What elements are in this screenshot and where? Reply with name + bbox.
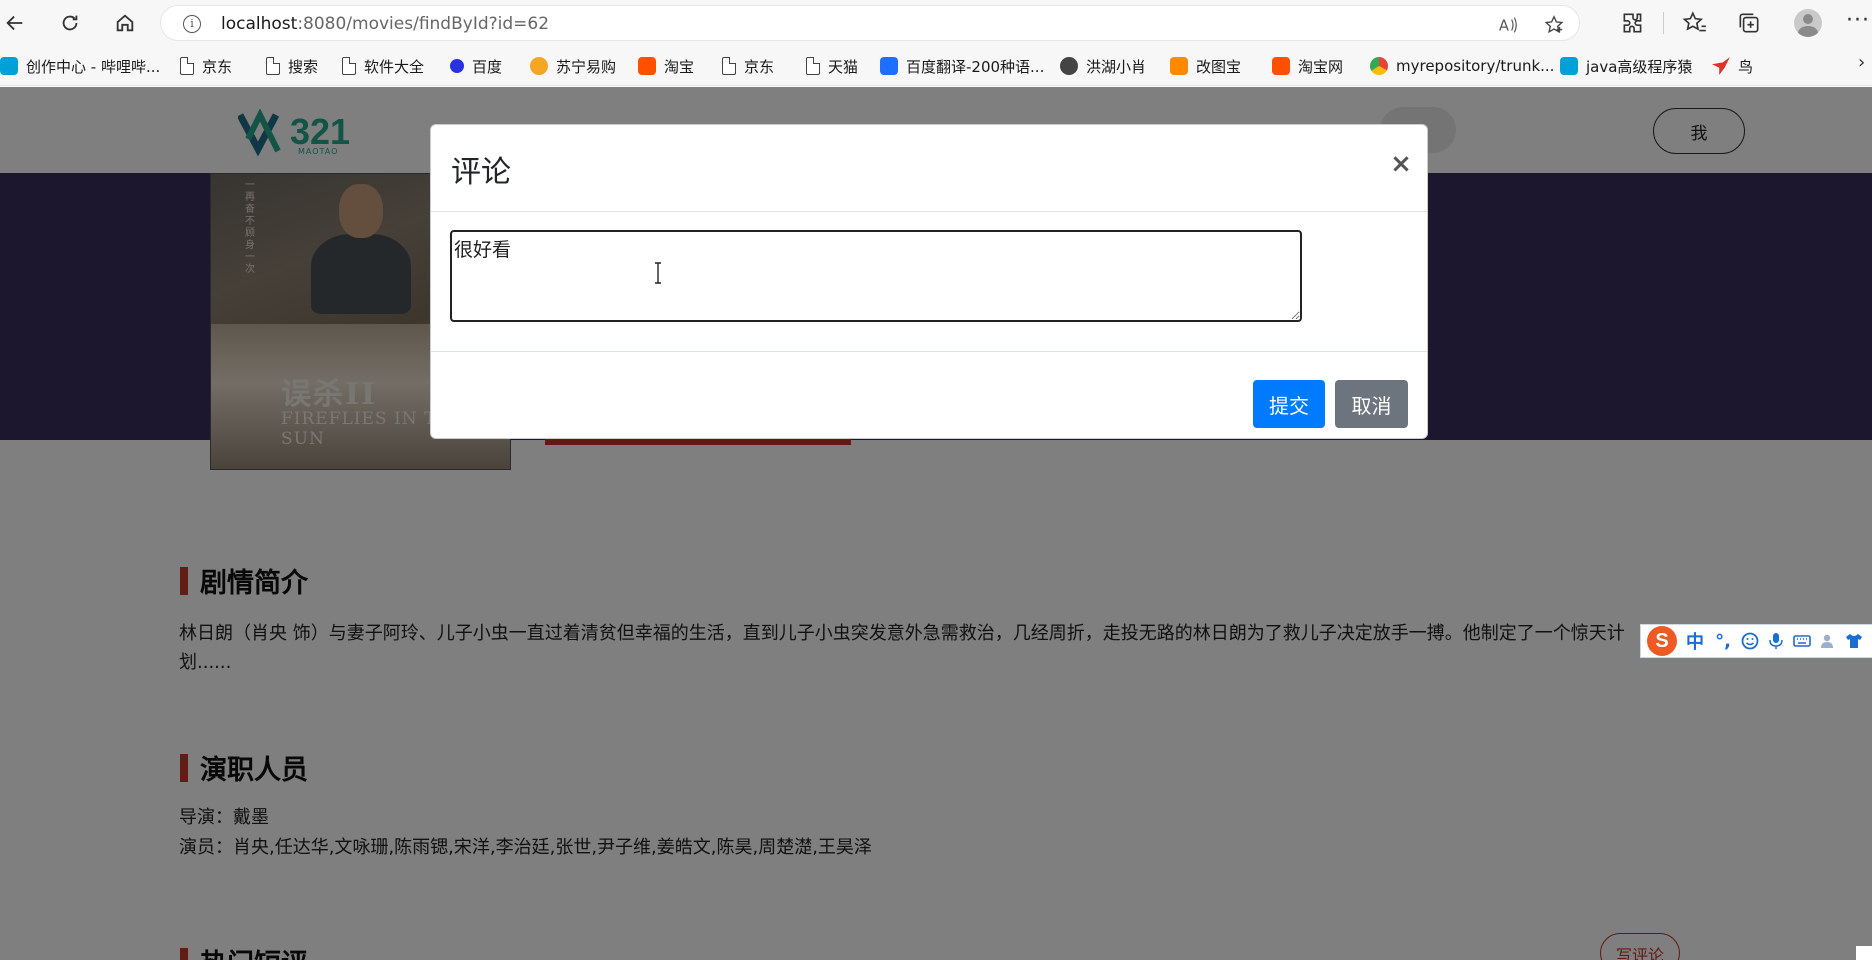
page-icon	[266, 57, 280, 75]
modal-footer: 提交 取消	[431, 353, 1427, 439]
gaitubao-icon	[1170, 57, 1188, 75]
bookmark-item[interactable]: 百度翻译-200种语...	[880, 55, 1044, 77]
bookmark-item[interactable]: 改图宝	[1170, 55, 1241, 77]
keyboard-icon[interactable]	[1793, 632, 1811, 650]
bookmark-item[interactable]: java高级程序猿	[1560, 55, 1692, 77]
url-text[interactable]: localhost:8080/movies/findById?id=62	[221, 14, 549, 34]
submit-button[interactable]: 提交	[1253, 380, 1325, 428]
bilibili-tv-icon	[1560, 57, 1578, 75]
toolbar-divider	[1663, 12, 1664, 34]
arrow-left-icon	[6, 15, 23, 31]
close-icon[interactable]: ×	[1386, 149, 1416, 179]
bird-icon	[1712, 57, 1730, 75]
microphone-icon[interactable]	[1767, 632, 1785, 650]
collections-icon[interactable]	[1736, 10, 1762, 36]
bookmark-item[interactable]: 京东	[722, 55, 774, 77]
more-menu-icon[interactable]: ···	[1846, 8, 1870, 33]
page-icon	[806, 57, 820, 75]
modal-body	[431, 212, 1427, 352]
bookmarks-bar: 创作中心 - 哔哩哔... 京东 搜索 软件大全 百度 苏宁易购 淘宝 京东 天…	[0, 46, 1872, 86]
suning-icon	[530, 57, 548, 75]
favorites-icon[interactable]	[1682, 10, 1708, 36]
bookmark-item[interactable]: 京东	[180, 55, 232, 77]
bookmark-item[interactable]: 百度	[450, 55, 502, 77]
bookmarks-overflow-chevron-icon[interactable]: ›	[1858, 52, 1865, 73]
baidu-translate-icon	[880, 57, 898, 75]
profile-avatar[interactable]	[1794, 9, 1822, 37]
comment-modal: 评论 × 提交 取消	[430, 124, 1428, 439]
reload-icon	[62, 15, 78, 31]
page-icon	[722, 57, 736, 75]
baidu-paw-icon	[450, 59, 464, 73]
page-corner	[1856, 946, 1872, 960]
taobao-icon	[638, 57, 656, 75]
user-settings-icon[interactable]	[1819, 632, 1837, 650]
skin-shirt-icon[interactable]	[1845, 632, 1863, 650]
modal-header: 评论 ×	[431, 125, 1427, 212]
bookmark-item[interactable]: 软件大全	[342, 55, 424, 77]
bookmark-item[interactable]: 鸟	[1712, 55, 1753, 77]
sogou-logo-icon[interactable]: S	[1647, 626, 1677, 656]
read-aloud-icon[interactable]: A	[1497, 14, 1519, 36]
emoji-icon[interactable]	[1741, 632, 1759, 650]
home-button[interactable]	[110, 8, 140, 38]
bookmark-item[interactable]: 淘宝网	[1272, 55, 1343, 77]
bookmark-item[interactable]: 洪湖小肖	[1060, 55, 1146, 77]
back-button[interactable]	[0, 8, 30, 38]
reload-button[interactable]	[55, 8, 85, 38]
bilibili-tv-icon	[0, 57, 18, 75]
site-info-icon[interactable]: i	[183, 15, 201, 33]
extensions-icon[interactable]	[1620, 10, 1646, 36]
ime-toolbar: S 中 °,	[1640, 624, 1872, 658]
bookmark-item[interactable]: 搜索	[266, 55, 318, 77]
modal-title: 评论	[451, 155, 511, 190]
ime-punctuation-toggle[interactable]: °,	[1713, 631, 1733, 652]
chrome-icon	[1370, 57, 1388, 75]
svg-text:A: A	[1499, 18, 1509, 35]
text-cursor-icon	[655, 262, 661, 284]
bookmark-item[interactable]: 淘宝	[638, 55, 694, 77]
address-bar[interactable]: i localhost:8080/movies/findById?id=62 A	[160, 5, 1580, 41]
favorite-add-icon[interactable]	[1543, 14, 1565, 36]
bookmark-item[interactable]: 天猫	[806, 55, 858, 77]
ime-mode-toggle[interactable]: 中	[1685, 628, 1705, 654]
taobao-icon	[1272, 57, 1290, 75]
bookmark-item[interactable]: 苏宁易购	[530, 55, 616, 77]
hongmeng-icon	[1060, 57, 1078, 75]
cancel-button[interactable]: 取消	[1335, 380, 1408, 428]
page-icon	[342, 57, 356, 75]
bookmark-item[interactable]: 创作中心 - 哔哩哔...	[0, 55, 160, 77]
bookmark-item[interactable]: myrepository/trunk...	[1370, 55, 1554, 77]
home-icon	[116, 14, 134, 32]
comment-textarea[interactable]	[450, 230, 1302, 322]
browser-toolbar: i localhost:8080/movies/findById?id=62 A…	[0, 0, 1872, 46]
page-icon	[180, 57, 194, 75]
